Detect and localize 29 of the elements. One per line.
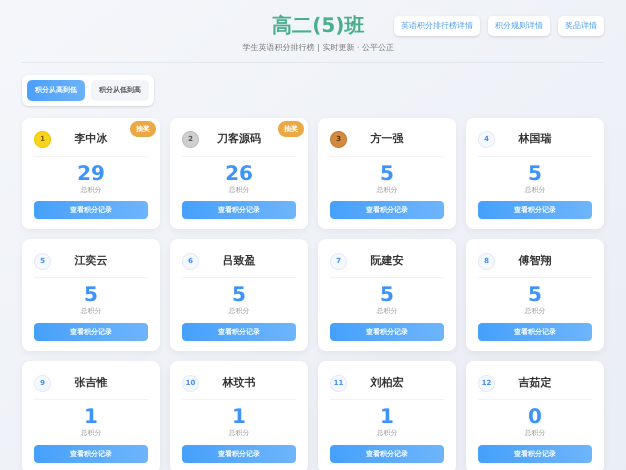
- score: 1: [232, 404, 246, 428]
- student-name: 刀客源码: [216, 131, 262, 148]
- score: 5: [232, 282, 246, 306]
- class-title: 高二(5)班: [272, 12, 364, 38]
- student-name: 傅智翔: [517, 253, 552, 269]
- student-name: 吕致盈: [222, 253, 256, 269]
- student-name: 林国瑞: [517, 131, 552, 148]
- student-name: 张吉惟: [74, 374, 108, 391]
- score: 0: [528, 404, 542, 428]
- score: 5: [380, 160, 394, 184]
- score: 1: [380, 404, 394, 428]
- score: 1: [84, 404, 98, 428]
- score: 5: [84, 282, 98, 306]
- student-name: 林玟书: [221, 374, 256, 391]
- detail-link[interactable]: 积分规则详情: [488, 16, 550, 36]
- student-name: 阮建安: [370, 253, 404, 269]
- subtitle: 学生英语积分排行榜 | 实时更新 · 公平公正: [242, 42, 394, 54]
- student-name: 方一强: [369, 131, 404, 148]
- detail-link[interactable]: 英语积分排行榜详情: [394, 16, 480, 36]
- student-name: 江奕云: [74, 253, 108, 269]
- detail-link[interactable]: 奖品详情: [558, 16, 604, 36]
- score: 5: [528, 282, 542, 306]
- student-name: 刘柏宏: [369, 374, 404, 391]
- score: 5: [380, 282, 394, 306]
- score: 29: [77, 160, 105, 184]
- student-name: 吉茹定: [518, 374, 552, 391]
- score: 26: [225, 160, 253, 184]
- student-name: 李中冰: [74, 131, 108, 148]
- score: 5: [528, 160, 542, 184]
